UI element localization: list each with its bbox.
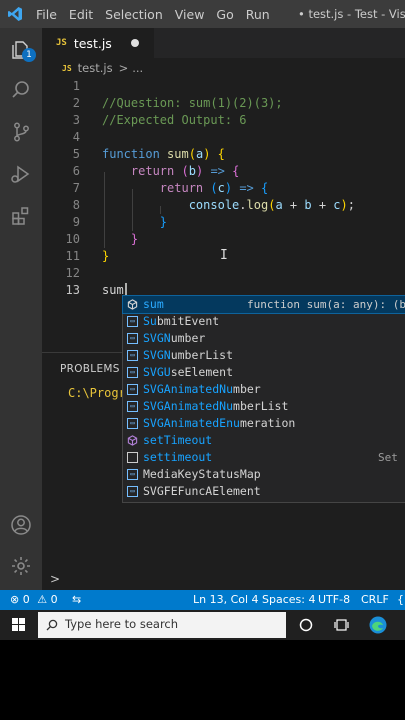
indentation-status[interactable]: Spaces: 4 <box>262 590 315 610</box>
autocomplete-suggestions[interactable]: sum function sum(a: any): (b: a ▭SubmitE… <box>122 295 405 503</box>
menu-run[interactable]: Run <box>240 7 276 22</box>
breadcrumb-separator: > <box>118 61 129 75</box>
suggestion-item[interactable]: ▭ SVGAnimatedNumber <box>123 381 405 398</box>
variable-icon: ▭ <box>127 316 138 327</box>
vscode-window: File Edit Selection View Go Run • test.j… <box>0 0 405 640</box>
edge-browser-icon[interactable] <box>368 615 388 635</box>
windows-taskbar: Type here to search <box>0 610 405 640</box>
run-debug-icon[interactable] <box>0 154 42 194</box>
suggestion-item[interactable]: ▭ SVGUseElement <box>123 364 405 381</box>
variable-icon: ▭ <box>127 418 138 429</box>
breadcrumb: JS test.js > ... <box>42 58 405 78</box>
windows-start-icon[interactable] <box>12 618 25 631</box>
variable-icon: ▭ <box>127 350 138 361</box>
breadcrumb-file[interactable]: test.js <box>78 61 113 75</box>
suggestion-item[interactable]: setTimeout <box>123 432 405 449</box>
language-status[interactable]: { <box>397 590 404 610</box>
tab-problems[interactable]: PROBLEMS <box>60 363 120 375</box>
settings-gear-icon[interactable] <box>0 546 42 586</box>
variable-icon: ▭ <box>127 384 138 395</box>
extensions-icon[interactable] <box>0 196 42 236</box>
suggestion-item[interactable]: ▭ SVGAnimatedNumberList <box>123 398 405 415</box>
suggestion-item[interactable]: sum function sum(a: any): (b: a <box>122 295 405 314</box>
error-icon: ⊗ <box>10 593 20 606</box>
live-share-icon[interactable]: ⇆ <box>72 590 81 610</box>
cortana-icon[interactable] <box>299 618 313 632</box>
source-control-icon[interactable] <box>0 112 42 152</box>
menu-selection[interactable]: Selection <box>99 7 169 22</box>
tab-label: test.js <box>73 35 112 51</box>
menu-edit[interactable]: Edit <box>63 7 99 22</box>
method-cube-icon <box>127 435 138 446</box>
explorer-icon[interactable]: 1 <box>0 30 42 70</box>
suggestion-item[interactable]: ▭ SubmitEvent <box>123 313 405 330</box>
menu-view[interactable]: View <box>169 7 211 22</box>
search-icon <box>46 619 58 631</box>
method-cube-icon <box>127 299 138 310</box>
menu-file[interactable]: File <box>30 7 63 22</box>
activity-bar: 1 <box>0 28 42 590</box>
search-icon[interactable] <box>0 70 42 110</box>
cursor-position[interactable]: Ln 13, Col 4 <box>193 590 259 610</box>
variable-icon: ▭ <box>127 333 138 344</box>
suggestion-item[interactable]: ▭ MediaKeyStatusMap <box>123 466 405 483</box>
task-view-icon[interactable] <box>334 617 350 633</box>
suggestion-detail: Set t <box>378 451 405 464</box>
mouse-ibeam-cursor-icon: I <box>220 248 228 263</box>
suggestion-item[interactable]: ▭ SVGNumberList <box>123 347 405 364</box>
terminal-prompt: > <box>50 572 61 586</box>
search-placeholder: Type here to search <box>65 617 179 631</box>
breadcrumb-more[interactable]: ... <box>132 61 143 75</box>
editor-tabs: JS test.js <box>42 28 405 58</box>
variable-icon: ▭ <box>127 486 138 497</box>
tab-test-js[interactable]: JS test.js <box>42 28 154 58</box>
explorer-badge: 1 <box>22 48 36 62</box>
taskbar-search-input[interactable]: Type here to search <box>38 612 286 638</box>
encoding-status[interactable]: UTF-8 <box>318 590 350 610</box>
snippet-icon <box>127 452 138 463</box>
vscode-logo-icon <box>0 0 30 28</box>
unsaved-dot-icon[interactable] <box>131 39 139 47</box>
suggestion-item[interactable]: settimeout Set t <box>123 449 405 466</box>
account-icon[interactable] <box>0 505 42 545</box>
status-bar: ⊗ 0 ⚠ 0 ⇆ Ln 13, Col 4 Spaces: 4 UTF-8 C… <box>0 590 405 610</box>
suggestion-detail: function sum(a: any): (b: a <box>247 298 405 311</box>
typed-text: sum <box>102 283 124 297</box>
menu-go[interactable]: Go <box>210 7 239 22</box>
title-bar: File Edit Selection View Go Run • test.j… <box>0 0 405 28</box>
window-title: • test.js - Test - Visual S <box>298 7 405 21</box>
variable-icon: ▭ <box>127 367 138 378</box>
problems-status[interactable]: ⊗ 0 ⚠ 0 <box>10 590 58 610</box>
suggestion-item[interactable]: ▭ SVGAnimatedEnumeration <box>123 415 405 432</box>
terminal-output: C:\Progr <box>68 386 126 400</box>
warning-icon: ⚠ <box>37 593 48 606</box>
eol-status[interactable]: CRLF <box>361 590 389 610</box>
variable-icon: ▭ <box>127 469 138 480</box>
javascript-file-icon: JS <box>56 38 67 48</box>
variable-icon: ▭ <box>127 401 138 412</box>
suggestion-item[interactable]: ▭ SVGNumber <box>123 330 405 347</box>
suggestion-item[interactable]: ▭ SVGFEFuncAElement <box>123 483 405 500</box>
javascript-file-icon: JS <box>62 63 72 73</box>
